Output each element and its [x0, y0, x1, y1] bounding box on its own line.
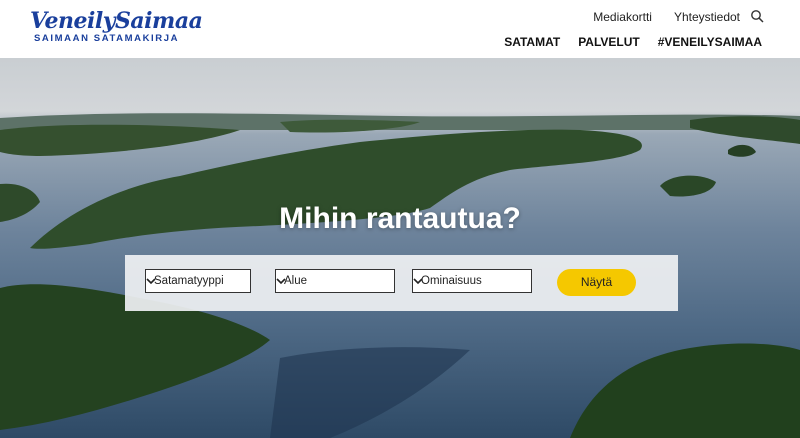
main-nav: SATAMAT PALVELUT #VENEILYSAIMAA	[504, 35, 762, 49]
logo-tagline: SAIMAAN SATAMAKIRJA	[34, 33, 180, 44]
area-select[interactable]: Alue	[275, 269, 395, 293]
site-logo[interactable]: VeneilySaimaa SAIMAAN SATAMAKIRJA	[30, 8, 203, 44]
show-results-button[interactable]: Näytä	[557, 269, 636, 296]
utility-nav: Mediakortti Yhteystiedot	[593, 10, 740, 24]
hero-title: Mihin rantautua?	[279, 202, 521, 235]
logo-wordmark: VeneilySaimaa	[30, 8, 203, 34]
link-mediakortti[interactable]: Mediakortti	[593, 10, 652, 24]
link-yhteystiedot[interactable]: Yhteystiedot	[674, 10, 740, 24]
harbor-filter-panel: Satamatyyppi Alue Ominaisuus Näytä	[125, 255, 678, 311]
search-icon[interactable]	[750, 9, 764, 23]
site-header: VeneilySaimaa SAIMAAN SATAMAKIRJA Mediak…	[0, 0, 800, 58]
feature-select[interactable]: Ominaisuus	[412, 269, 532, 293]
harbor-type-select[interactable]: Satamatyyppi	[145, 269, 251, 293]
nav-palvelut[interactable]: PALVELUT	[578, 35, 640, 49]
nav-satamat[interactable]: SATAMAT	[504, 35, 560, 49]
chevron-down-icon	[276, 278, 286, 285]
hero-banner: Mihin rantautua? Satamatyyppi Alue Omina…	[0, 58, 800, 438]
feature-value: Ominaisuus	[421, 275, 482, 287]
harbor-type-value: Satamatyyppi	[154, 275, 224, 287]
nav-veneilysaimaa[interactable]: #VENEILYSAIMAA	[658, 35, 762, 49]
chevron-down-icon	[413, 278, 423, 285]
hero-landscape-image	[0, 113, 800, 438]
chevron-down-icon	[146, 278, 156, 285]
area-value: Alue	[284, 275, 308, 287]
